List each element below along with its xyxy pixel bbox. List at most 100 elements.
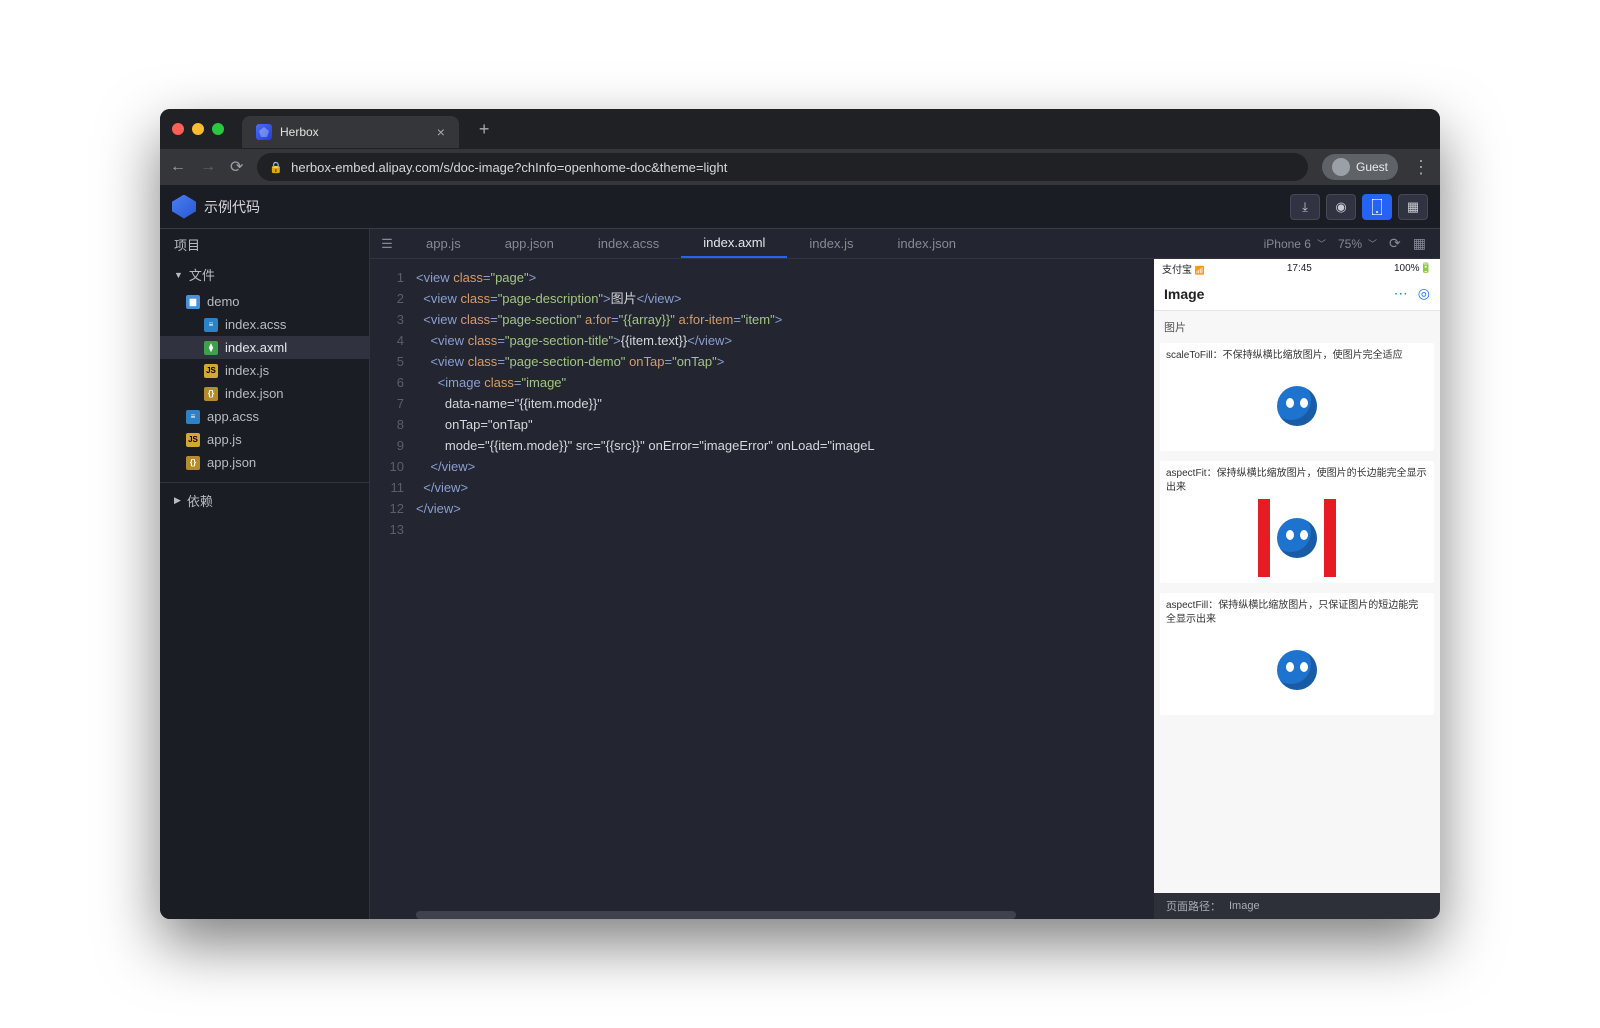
grid-button[interactable]: ▦ (1398, 194, 1428, 220)
tree-item-index-axml[interactable]: ⧫index.axml (160, 336, 369, 359)
folder-icon: ▆ (186, 295, 200, 309)
phone-preview-button[interactable] (1362, 194, 1392, 220)
phone-icon (1372, 199, 1382, 215)
file-acss-icon: ≡ (186, 410, 200, 424)
tree-item-app-json[interactable]: {}app.json (160, 451, 369, 474)
code-line: 3 <view class="page-section" a:for="{{ar… (370, 309, 1154, 330)
address-bar: ← → ⟳ 🔒 herbox-embed.alipay.com/s/doc-im… (160, 149, 1440, 185)
minimize-window-icon[interactable] (192, 123, 204, 135)
new-tab-icon[interactable]: + (479, 119, 490, 140)
preview-toolbar: iPhone 6﹀ 75%﹀ ⟳ ▦ (1264, 229, 1440, 258)
tab-index-acss[interactable]: index.acss (576, 229, 681, 258)
tab-index-axml[interactable]: index.axml (681, 229, 787, 258)
target-icon[interactable]: ◎ (1418, 285, 1430, 302)
preview-card: scaleToFill：不保持纵横比缩放图片，使图片完全适应 (1160, 343, 1434, 451)
browser-window: Herbox × + ← → ⟳ 🔒 herbox-embed.alipay.c… (160, 109, 1440, 919)
file-acss-icon: ≡ (204, 318, 218, 332)
back-icon[interactable]: ← (170, 158, 186, 176)
reload-icon[interactable]: ⟳ (230, 157, 243, 177)
phone-page-title: Image (1164, 286, 1204, 302)
maximize-window-icon[interactable] (212, 123, 224, 135)
browser-menu-icon[interactable]: ⋮ (1412, 157, 1430, 178)
preview-card: aspectFill：保持纵横比缩放图片，只保证图片的短边能完全显示出来 (1160, 593, 1434, 715)
file-js-icon: JS (204, 364, 218, 378)
sample-image (1258, 631, 1336, 709)
status-time: 17:45 (1287, 263, 1312, 274)
traffic-lights (172, 123, 224, 135)
browser-tab[interactable]: Herbox × (242, 116, 459, 148)
code-line: 10 </view> (370, 456, 1154, 477)
app-logo-icon (172, 195, 196, 219)
url-text: herbox-embed.alipay.com/s/doc-image?chIn… (291, 160, 727, 175)
favicon-icon (256, 124, 272, 140)
download-button[interactable]: ⤓ (1290, 194, 1320, 220)
refresh-icon[interactable]: ⟳ (1389, 235, 1401, 252)
tree-item-app-acss[interactable]: ≡app.acss (160, 405, 369, 428)
sidebar-panel-title: 项目 (160, 229, 369, 259)
code-line: 4 <view class="page-section-title">{{ite… (370, 330, 1154, 351)
code-line: 5 <view class="page-section-demo" onTap=… (370, 351, 1154, 372)
sample-image (1258, 499, 1336, 577)
chevron-right-icon: ▶ (174, 495, 181, 506)
sidebar-deps-section[interactable]: ▶依赖 (160, 482, 369, 516)
header-actions: ⤓ ◉ ▦ (1290, 194, 1428, 220)
close-window-icon[interactable] (172, 123, 184, 135)
main: ☰ app.js app.json index.acss index.axml … (370, 229, 1440, 919)
sidebar: 项目 ▼文件 ▆demo ≡index.acss ⧫index.axml JSi… (160, 229, 370, 919)
tab-index-js[interactable]: index.js (787, 229, 875, 258)
menu-icon[interactable]: ☰ (370, 229, 404, 258)
editor-tab-row: ☰ app.js app.json index.acss index.axml … (370, 229, 1440, 259)
chevron-down-icon: ▼ (174, 270, 183, 280)
sidebar-files-section[interactable]: ▼文件 (160, 259, 369, 290)
phone-footer: 页面路径： Image (1154, 893, 1440, 919)
tab-app-js[interactable]: app.js (404, 229, 483, 258)
phone-nav-actions: ⋯ ◎ (1394, 285, 1430, 302)
tree-item-app-js[interactable]: JSapp.js (160, 428, 369, 451)
profile-button[interactable]: Guest (1322, 154, 1398, 180)
code-editor[interactable]: 1<view class="page">2 <view class="page-… (370, 259, 1154, 919)
titlebar: Herbox × + (160, 109, 1440, 149)
code-line: 13 (370, 519, 1154, 540)
phone-preview: 支付宝 📶 17:45 100%🔋 Image ⋯ ◎ 图片 (1154, 259, 1440, 919)
horizontal-scrollbar[interactable] (416, 911, 1016, 919)
footer-value: Image (1229, 900, 1260, 912)
chevron-down-icon: ﹀ (1317, 237, 1326, 250)
footer-label: 页面路径： (1166, 898, 1221, 914)
tree-item-index-js[interactable]: JSindex.js (160, 359, 369, 382)
code-line: 6 <image class="image" (370, 372, 1154, 393)
code-line: 1<view class="page"> (370, 267, 1154, 288)
forward-icon[interactable]: → (200, 158, 216, 176)
qr-button[interactable]: ◉ (1326, 194, 1356, 220)
lock-icon: 🔒 (269, 161, 283, 174)
tree-item-folder-demo[interactable]: ▆demo (160, 290, 369, 313)
more-icon[interactable]: ⋯ (1394, 285, 1408, 302)
url-input[interactable]: 🔒 herbox-embed.alipay.com/s/doc-image?ch… (257, 153, 1308, 181)
app-header: 示例代码 ⤓ ◉ ▦ (160, 185, 1440, 229)
code-line: 9 mode="{{item.mode}}" src="{{src}}" onE… (370, 435, 1154, 456)
file-json-icon: {} (204, 387, 218, 401)
tab-app-json[interactable]: app.json (483, 229, 576, 258)
file-tree: ▆demo ≡index.acss ⧫index.axml JSindex.js… (160, 290, 369, 474)
preview-card: aspectFit：保持纵横比缩放图片，使图片的长边能完全显示出来 (1160, 461, 1434, 583)
grid-view-icon[interactable]: ▦ (1413, 235, 1426, 252)
profile-label: Guest (1356, 160, 1388, 174)
code-line: 12</view> (370, 498, 1154, 519)
preview-section-label: 图片 (1154, 311, 1440, 343)
tree-item-index-acss[interactable]: ≡index.acss (160, 313, 369, 336)
tree-item-index-json[interactable]: {}index.json (160, 382, 369, 405)
sample-image (1258, 367, 1336, 445)
avatar-icon (1332, 158, 1350, 176)
phone-status-bar: 支付宝 📶 17:45 100%🔋 (1154, 259, 1440, 277)
phone-body[interactable]: 图片 scaleToFill：不保持纵横比缩放图片，使图片完全适应 aspect… (1154, 311, 1440, 893)
carrier-label: 支付宝 📶 (1162, 261, 1205, 276)
file-axml-icon: ⧫ (204, 341, 218, 355)
chevron-down-icon: ﹀ (1368, 237, 1377, 250)
tab-close-icon[interactable]: × (437, 124, 445, 140)
tab-index-json[interactable]: index.json (876, 229, 979, 258)
content-row: 1<view class="page">2 <view class="page-… (370, 259, 1440, 919)
tab-title: Herbox (280, 125, 319, 139)
body-area: 项目 ▼文件 ▆demo ≡index.acss ⧫index.axml JSi… (160, 229, 1440, 919)
device-select[interactable]: iPhone 6﹀ (1264, 237, 1326, 251)
file-json-icon: {} (186, 456, 200, 470)
zoom-select[interactable]: 75%﹀ (1338, 237, 1377, 251)
